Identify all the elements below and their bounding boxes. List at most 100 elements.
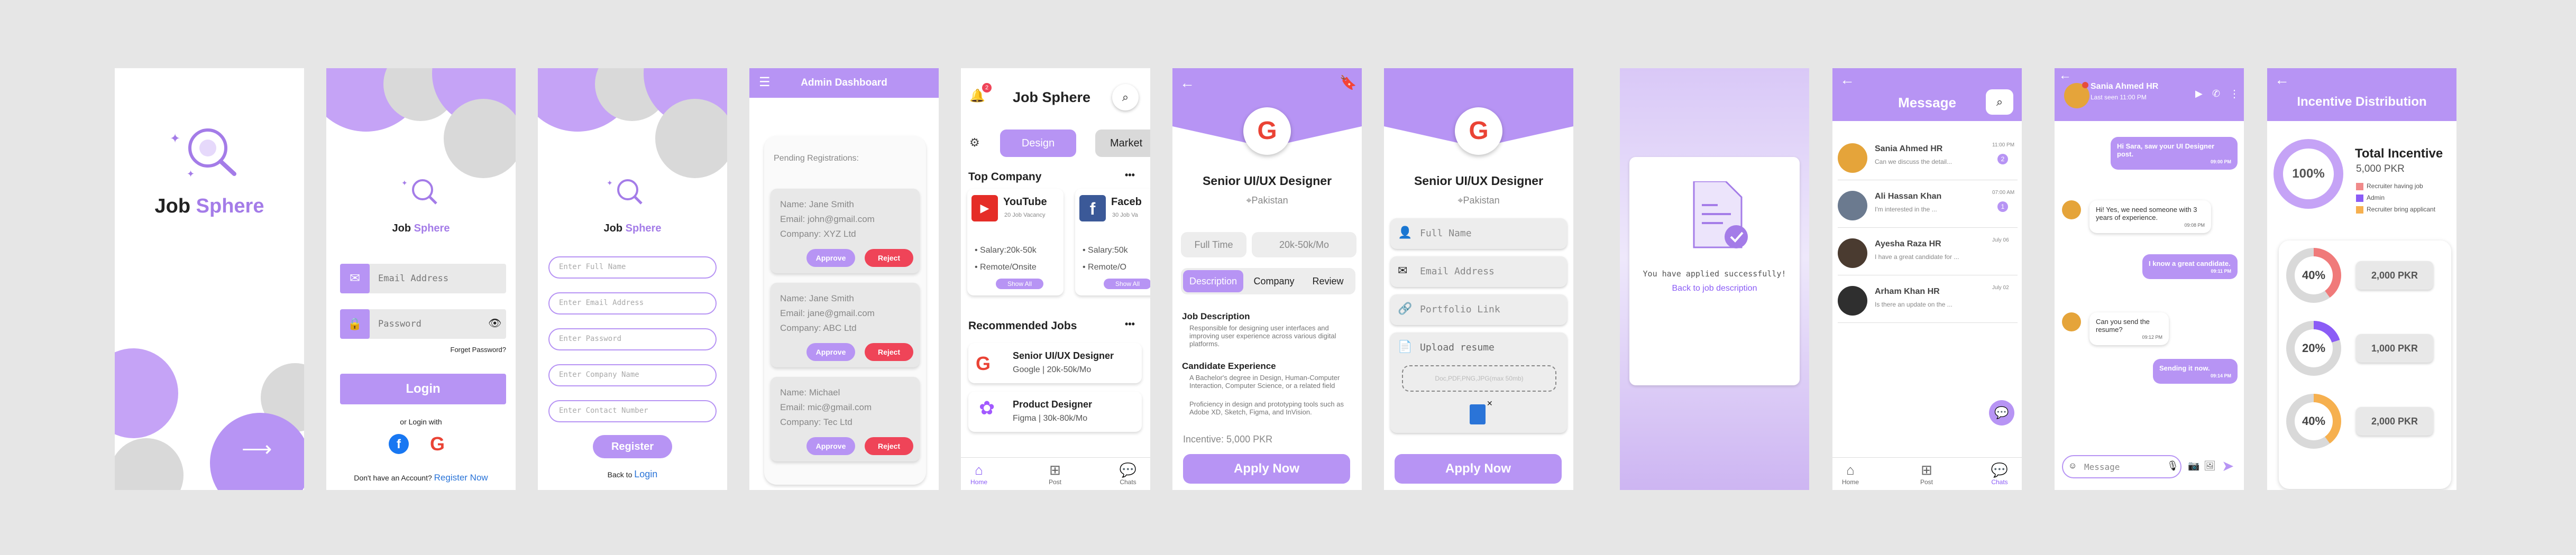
upload-resume-box[interactable]: 📄 Upload resume Doc,PDF,PNG,JPG(max 50mb… <box>1390 332 1567 433</box>
google-icon: G <box>1455 107 1502 155</box>
applicant-email: john@gmail.com <box>807 214 875 224</box>
back-arrow-icon[interactable]: ← <box>1840 71 1855 88</box>
nav-home[interactable]: ⌂ Home <box>963 462 995 486</box>
company-name-input[interactable]: Enter Company Name <box>548 364 717 386</box>
list-item[interactable]: Ayesha Raza HR I have a great candidate … <box>1838 233 2018 275</box>
filter-icon[interactable]: ⚙ <box>969 136 980 150</box>
register-button[interactable]: Register <box>593 435 672 458</box>
approve-button[interactable]: Approve <box>806 343 855 361</box>
job-card[interactable]: ✿ Product Designer Figma | 30k-80k/Mo <box>968 392 1142 432</box>
filter-design[interactable]: Design <box>1000 130 1076 157</box>
portfolio-input[interactable]: 🔗 Portfolio Link <box>1390 294 1567 325</box>
search-icon[interactable]: ⌕ <box>1112 84 1139 110</box>
apply-now-button[interactable]: Apply Now <box>1183 454 1350 484</box>
applicant-name: Michael <box>809 387 840 397</box>
back-arrow-icon[interactable]: ← <box>2059 68 2071 83</box>
email-placeholder: Email Address <box>378 273 449 284</box>
filter-market[interactable]: Market <box>1095 130 1150 157</box>
eye-icon[interactable]: 👁 <box>488 317 501 330</box>
candidate-item: A Bachelor's degree in Design, Human-Com… <box>1189 374 1340 390</box>
new-chat-icon[interactable]: 💬 <box>1989 400 2014 426</box>
unread-badge: 2 <box>1997 154 2008 164</box>
reject-button[interactable]: Reject <box>865 343 913 361</box>
message-time: 09:12 PM <box>2142 335 2162 340</box>
message-preview: Can we discuss the detail... <box>1875 158 1952 165</box>
approve-button[interactable]: Approve <box>806 249 855 267</box>
login-button[interactable]: Login <box>340 374 506 404</box>
more-icon[interactable]: ••• <box>1125 170 1135 181</box>
show-all-button[interactable]: Show All <box>996 279 1043 289</box>
back-to-job-link[interactable]: Back to job description <box>1629 284 1800 293</box>
approve-button[interactable]: Approve <box>806 437 855 455</box>
mic-icon[interactable]: 🎙 <box>2167 460 2179 471</box>
facebook-icon[interactable]: f <box>389 434 409 454</box>
tab-review[interactable]: Review <box>1301 270 1354 292</box>
chat-screen: ← Sania Ahmed HR Last seen 11:00 PM ▶ ✆ … <box>2055 68 2244 490</box>
message-input[interactable]: ☺ Message 🎙 <box>2062 455 2181 478</box>
svg-text:✦: ✦ <box>607 179 613 187</box>
registration-details: Name: Jane Smith Email: jane@gmail.com C… <box>780 293 875 333</box>
sent-message: I know a great candidate. 09:11 PM <box>2142 254 2238 279</box>
apply-now-button[interactable]: Apply Now <box>1395 454 1562 484</box>
camera-icon[interactable]: 📷 <box>2188 460 2199 471</box>
remove-file-icon[interactable]: ✕ <box>1487 399 1493 408</box>
message-text: Sending it now. <box>2159 364 2210 372</box>
email-input[interactable]: ✉ Email Address <box>1390 256 1567 287</box>
full-name-input[interactable]: 👤 Full Name <box>1390 218 1567 249</box>
search-icon[interactable]: ⌕ <box>1986 89 2013 115</box>
share-donut: 20% <box>2286 321 2341 376</box>
total-label: Total Incentive <box>2355 146 2443 161</box>
password-input[interactable]: Enter Password <box>548 328 717 350</box>
reject-button[interactable]: Reject <box>865 437 913 455</box>
arrow-right-icon[interactable]: ⟶ <box>242 437 272 461</box>
back-arrow-icon[interactable]: ← <box>1180 75 1195 91</box>
mail-icon: ✉ <box>1398 264 1408 277</box>
nav-chats[interactable]: 💬 Chats <box>1112 462 1144 486</box>
tab-company[interactable]: Company <box>1248 270 1300 292</box>
bookmark-icon[interactable]: 🔖 <box>1340 75 1356 91</box>
nav-chats[interactable]: 💬 Chats <box>1984 462 2015 486</box>
video-icon[interactable]: ▶ <box>2195 88 2203 99</box>
tab-description[interactable]: Description <box>1183 270 1243 292</box>
contact-name: Ayesha Raza HR <box>1875 239 1941 248</box>
login-link[interactable]: Login <box>634 469 657 479</box>
reject-button[interactable]: Reject <box>865 249 913 267</box>
nav-post[interactable]: ⊞ Post <box>1039 462 1071 486</box>
email-input[interactable]: Enter Email Address <box>548 292 717 314</box>
google-icon[interactable]: G <box>430 433 445 455</box>
forgot-password-link[interactable]: Forget Password? <box>451 346 507 354</box>
legend-swatch <box>2356 182 2363 190</box>
company-card[interactable]: ▶ YouTube 20 Job Vacancy • Salary:20k-50… <box>967 189 1064 295</box>
back-arrow-icon[interactable]: ← <box>2275 71 2289 88</box>
phone-icon[interactable]: ✆ <box>2212 88 2220 99</box>
mail-icon: ✉ <box>340 264 370 293</box>
more-icon[interactable]: ••• <box>1125 319 1135 330</box>
register-now-link[interactable]: Register Now <box>434 473 488 483</box>
full-name-input[interactable]: Enter Full Name <box>548 256 717 279</box>
share-amount: 2,000 PKR <box>2356 261 2433 290</box>
list-item[interactable]: Sania Ahmed HR Can we discuss the detail… <box>1838 138 2018 180</box>
more-vert-icon[interactable]: ⋮ <box>2229 87 2240 100</box>
upload-dropzone[interactable]: Doc,PDF,PNG,JPG(max 50mb) <box>1402 365 1556 392</box>
password-field[interactable]: 🔒 Password 👁 <box>340 309 506 339</box>
company-card[interactable]: f Faceb 30 Job Va • Salary:50k • Remote/… <box>1075 189 1150 295</box>
attach-icon[interactable]: 🖼 <box>2204 460 2216 471</box>
received-message: Can you send the resume? 09:12 PM <box>2089 312 2169 345</box>
list-item[interactable]: Arham Khan HR Is there an update on the … <box>1838 281 2018 323</box>
facebook-icon: f <box>1079 195 1106 221</box>
emoji-icon[interactable]: ☺ <box>2068 461 2077 471</box>
job-card[interactable]: G Senior UI/UX Designer Google | 20k-50k… <box>968 343 1142 383</box>
contact-number-input[interactable]: Enter Contact Number <box>548 400 717 422</box>
nav-post[interactable]: ⊞ Post <box>1911 462 1942 486</box>
nav-home[interactable]: ⌂ Home <box>1835 462 1866 486</box>
send-icon[interactable]: ➤ <box>2222 457 2234 475</box>
candidate-heading: Candidate Experience <box>1182 361 1276 371</box>
post-icon: ⊞ <box>1921 462 1932 478</box>
contact-name: Ali Hassan Khan <box>1875 192 1942 201</box>
registration-card: Name: Jane Smith Email: jane@gmail.com C… <box>771 283 920 367</box>
list-item[interactable]: Ali Hassan Khan I'm interested in the ..… <box>1838 186 2018 228</box>
registration-details: Name: Michael Email: mic@gmail.com Compa… <box>780 387 872 427</box>
show-all-button[interactable]: Show All <box>1104 279 1150 289</box>
email-field[interactable]: ✉ Email Address <box>340 264 506 293</box>
decor-circle <box>115 438 184 490</box>
